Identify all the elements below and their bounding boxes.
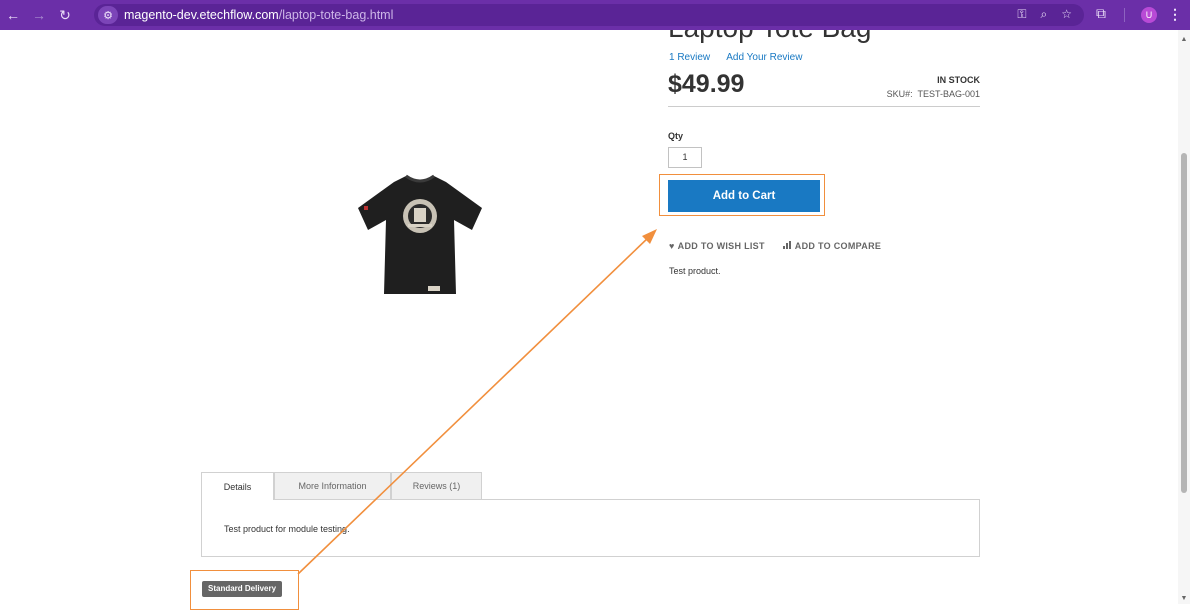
tab-reviews[interactable]: Reviews (1) <box>391 472 482 499</box>
heart-icon: ♥ <box>669 241 675 251</box>
sku-label: SKU#: <box>886 89 913 99</box>
toolbar-divider <box>1124 8 1125 22</box>
tab-details[interactable]: Details <box>201 472 274 500</box>
zoom-icon[interactable]: ⌕ <box>1041 7 1048 22</box>
product-actions: ♥ ADD TO WISH LIST ADD TO COMPARE <box>669 241 881 251</box>
delivery-badge: Standard Delivery <box>202 581 283 597</box>
sku-value: TEST-BAG-001 <box>917 89 980 99</box>
url-path: /laptop-tote-bag.html <box>278 8 394 22</box>
scroll-up-icon[interactable]: ▲ <box>1178 36 1190 43</box>
site-settings-icon[interactable]: ⚙ <box>98 6 118 24</box>
bar-chart-icon <box>782 241 792 251</box>
compare-label: ADD TO COMPARE <box>794 241 882 251</box>
product-sku: SKU#: TEST-BAG-001 <box>860 89 980 99</box>
reload-icon[interactable]: ↻ <box>52 7 78 24</box>
scroll-down-icon[interactable]: ▼ <box>1178 595 1190 602</box>
scrollbar-thumb[interactable] <box>1181 153 1187 493</box>
add-to-compare-link[interactable]: ADD TO COMPARE <box>782 241 882 251</box>
browser-toolbar: ← → ↻ ⚙ magento-dev.etechflow.com/laptop… <box>0 0 1190 30</box>
details-content: Test product for module testing. <box>224 524 350 534</box>
url-host: magento-dev.etechflow.com <box>124 8 279 22</box>
short-description: Test product. <box>669 266 721 276</box>
page-scrollbar[interactable]: ▲ ▼ <box>1178 30 1190 604</box>
wishlist-label: ADD TO WISH LIST <box>677 241 765 251</box>
back-arrow-icon[interactable]: ← <box>0 7 26 23</box>
add-review-link[interactable]: Add Your Review <box>726 52 802 63</box>
password-key-icon[interactable]: ⚿ <box>1017 7 1026 22</box>
qty-label: Qty <box>668 131 684 141</box>
add-to-cart-button[interactable]: Add to Cart <box>668 180 820 212</box>
bookmark-star-icon[interactable]: ☆ <box>1061 7 1072 22</box>
address-bar[interactable]: ⚙ magento-dev.etechflow.com/laptop-tote-… <box>94 4 1084 26</box>
profile-avatar[interactable]: U <box>1141 7 1157 23</box>
product-image[interactable] <box>350 168 490 300</box>
divider <box>668 106 980 107</box>
stock-status: IN STOCK <box>937 75 980 85</box>
forward-arrow-icon[interactable]: → <box>26 7 52 23</box>
add-to-wishlist-link[interactable]: ♥ ADD TO WISH LIST <box>669 241 765 251</box>
review-links: 1 Review Add Your Review <box>669 52 802 63</box>
qty-input[interactable]: 1 <box>668 147 702 168</box>
kebab-menu-icon[interactable]: ⋮ <box>1168 6 1182 23</box>
extensions-icon[interactable]: ⧉ <box>1096 5 1106 22</box>
product-price: $49.99 <box>668 70 745 98</box>
tab-more-information[interactable]: More Information <box>274 472 391 499</box>
reviews-count-link[interactable]: 1 Review <box>669 52 710 63</box>
tab-panel-details: Test product for module testing. <box>201 499 980 557</box>
